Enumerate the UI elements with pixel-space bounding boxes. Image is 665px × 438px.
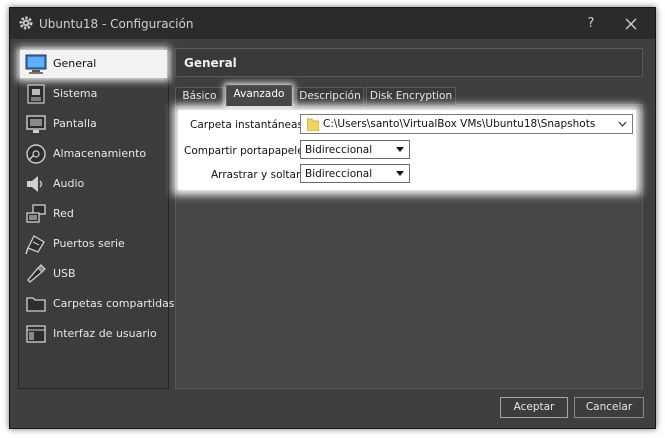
dragdrop-label: Arrastrar y soltar: (211, 169, 304, 181)
tab-disk-encryption[interactable]: Disk Encryption (366, 87, 456, 105)
sidebar-item-puertos-serie[interactable]: Puertos serie (20, 230, 167, 258)
page-title: General (184, 56, 237, 70)
close-icon[interactable] (620, 14, 642, 34)
display-icon (26, 115, 46, 133)
dragdrop-value: Bidireccional (305, 168, 373, 180)
snapshot-folder-path: C:\Users\santo\VirtualBox VMs\Ubuntu18\S… (323, 118, 596, 130)
sidebar-item-sistema[interactable]: Sistema (20, 80, 167, 108)
accept-button[interactable]: Aceptar (500, 397, 568, 418)
disk-icon (26, 144, 46, 164)
sidebar-item-red[interactable]: Red (20, 200, 167, 228)
chip-icon (27, 84, 45, 104)
network-icon (26, 204, 46, 223)
tab-descripcion[interactable]: Descripción (296, 87, 364, 105)
snapshot-folder-label: Carpeta instantáneas: (190, 119, 307, 131)
help-button[interactable]: ? (580, 14, 602, 34)
chevron-down-icon[interactable] (618, 120, 627, 128)
sidebar-item-label: Carpetas compartidas (53, 297, 175, 310)
cancel-button[interactable]: Cancelar (574, 397, 644, 418)
sidebar-item-label: Almacenamiento (53, 147, 147, 160)
sidebar-item-carpetas-compartidas[interactable]: Carpetas compartidas (20, 290, 175, 318)
clipboard-value: Bidireccional (305, 144, 373, 156)
dragdrop-select[interactable]: Bidireccional (300, 164, 410, 183)
tab-avanzado[interactable]: Avanzado (226, 85, 292, 106)
sidebar-item-audio[interactable]: Audio (20, 170, 167, 198)
sidebar-item-label: USB (53, 267, 76, 280)
page-title-bar: General (175, 48, 643, 77)
dropdown-arrow-icon (396, 171, 404, 176)
snapshot-folder-combo[interactable]: C:\Users\santo\VirtualBox VMs\Ubuntu18\S… (300, 114, 633, 134)
sidebar-item-label: Pantalla (53, 117, 97, 130)
speaker-icon (27, 176, 43, 192)
monitor-icon (25, 54, 47, 74)
clipboard-select[interactable]: Bidireccional (300, 140, 410, 159)
window-icon (26, 325, 46, 343)
sidebar-item-almacenamiento[interactable]: Almacenamiento (20, 140, 167, 168)
tab-basico[interactable]: Básico (175, 87, 224, 105)
folder-icon (26, 297, 46, 312)
sidebar-item-interfaz-usuario[interactable]: Interfaz de usuario (20, 320, 167, 348)
dropdown-arrow-icon (396, 147, 404, 152)
clipboard-label: Compartir portapapeles: (184, 145, 313, 157)
settings-sidebar: General Sistema Pantalla Almacenamiento (18, 45, 175, 389)
sidebar-item-label: Interfaz de usuario (53, 327, 157, 340)
sidebar-item-label: Sistema (53, 87, 98, 100)
folder-icon (307, 118, 319, 131)
sidebar-item-general[interactable]: General (20, 50, 167, 78)
window-title: Ubuntu18 - Configuración (39, 17, 194, 31)
serial-port-icon (25, 235, 45, 255)
gear-icon (19, 16, 33, 30)
sidebar-item-label: Audio (53, 177, 85, 190)
sidebar-item-label: Red (53, 207, 74, 220)
sidebar-item-usb[interactable]: USB (20, 260, 167, 288)
sidebar-item-pantalla[interactable]: Pantalla (20, 110, 167, 138)
sidebar-item-label: General (53, 57, 97, 70)
usb-icon (27, 264, 46, 283)
title-bar: Ubuntu18 - Configuración ? (10, 8, 655, 39)
sidebar-item-label: Puertos serie (53, 237, 125, 250)
